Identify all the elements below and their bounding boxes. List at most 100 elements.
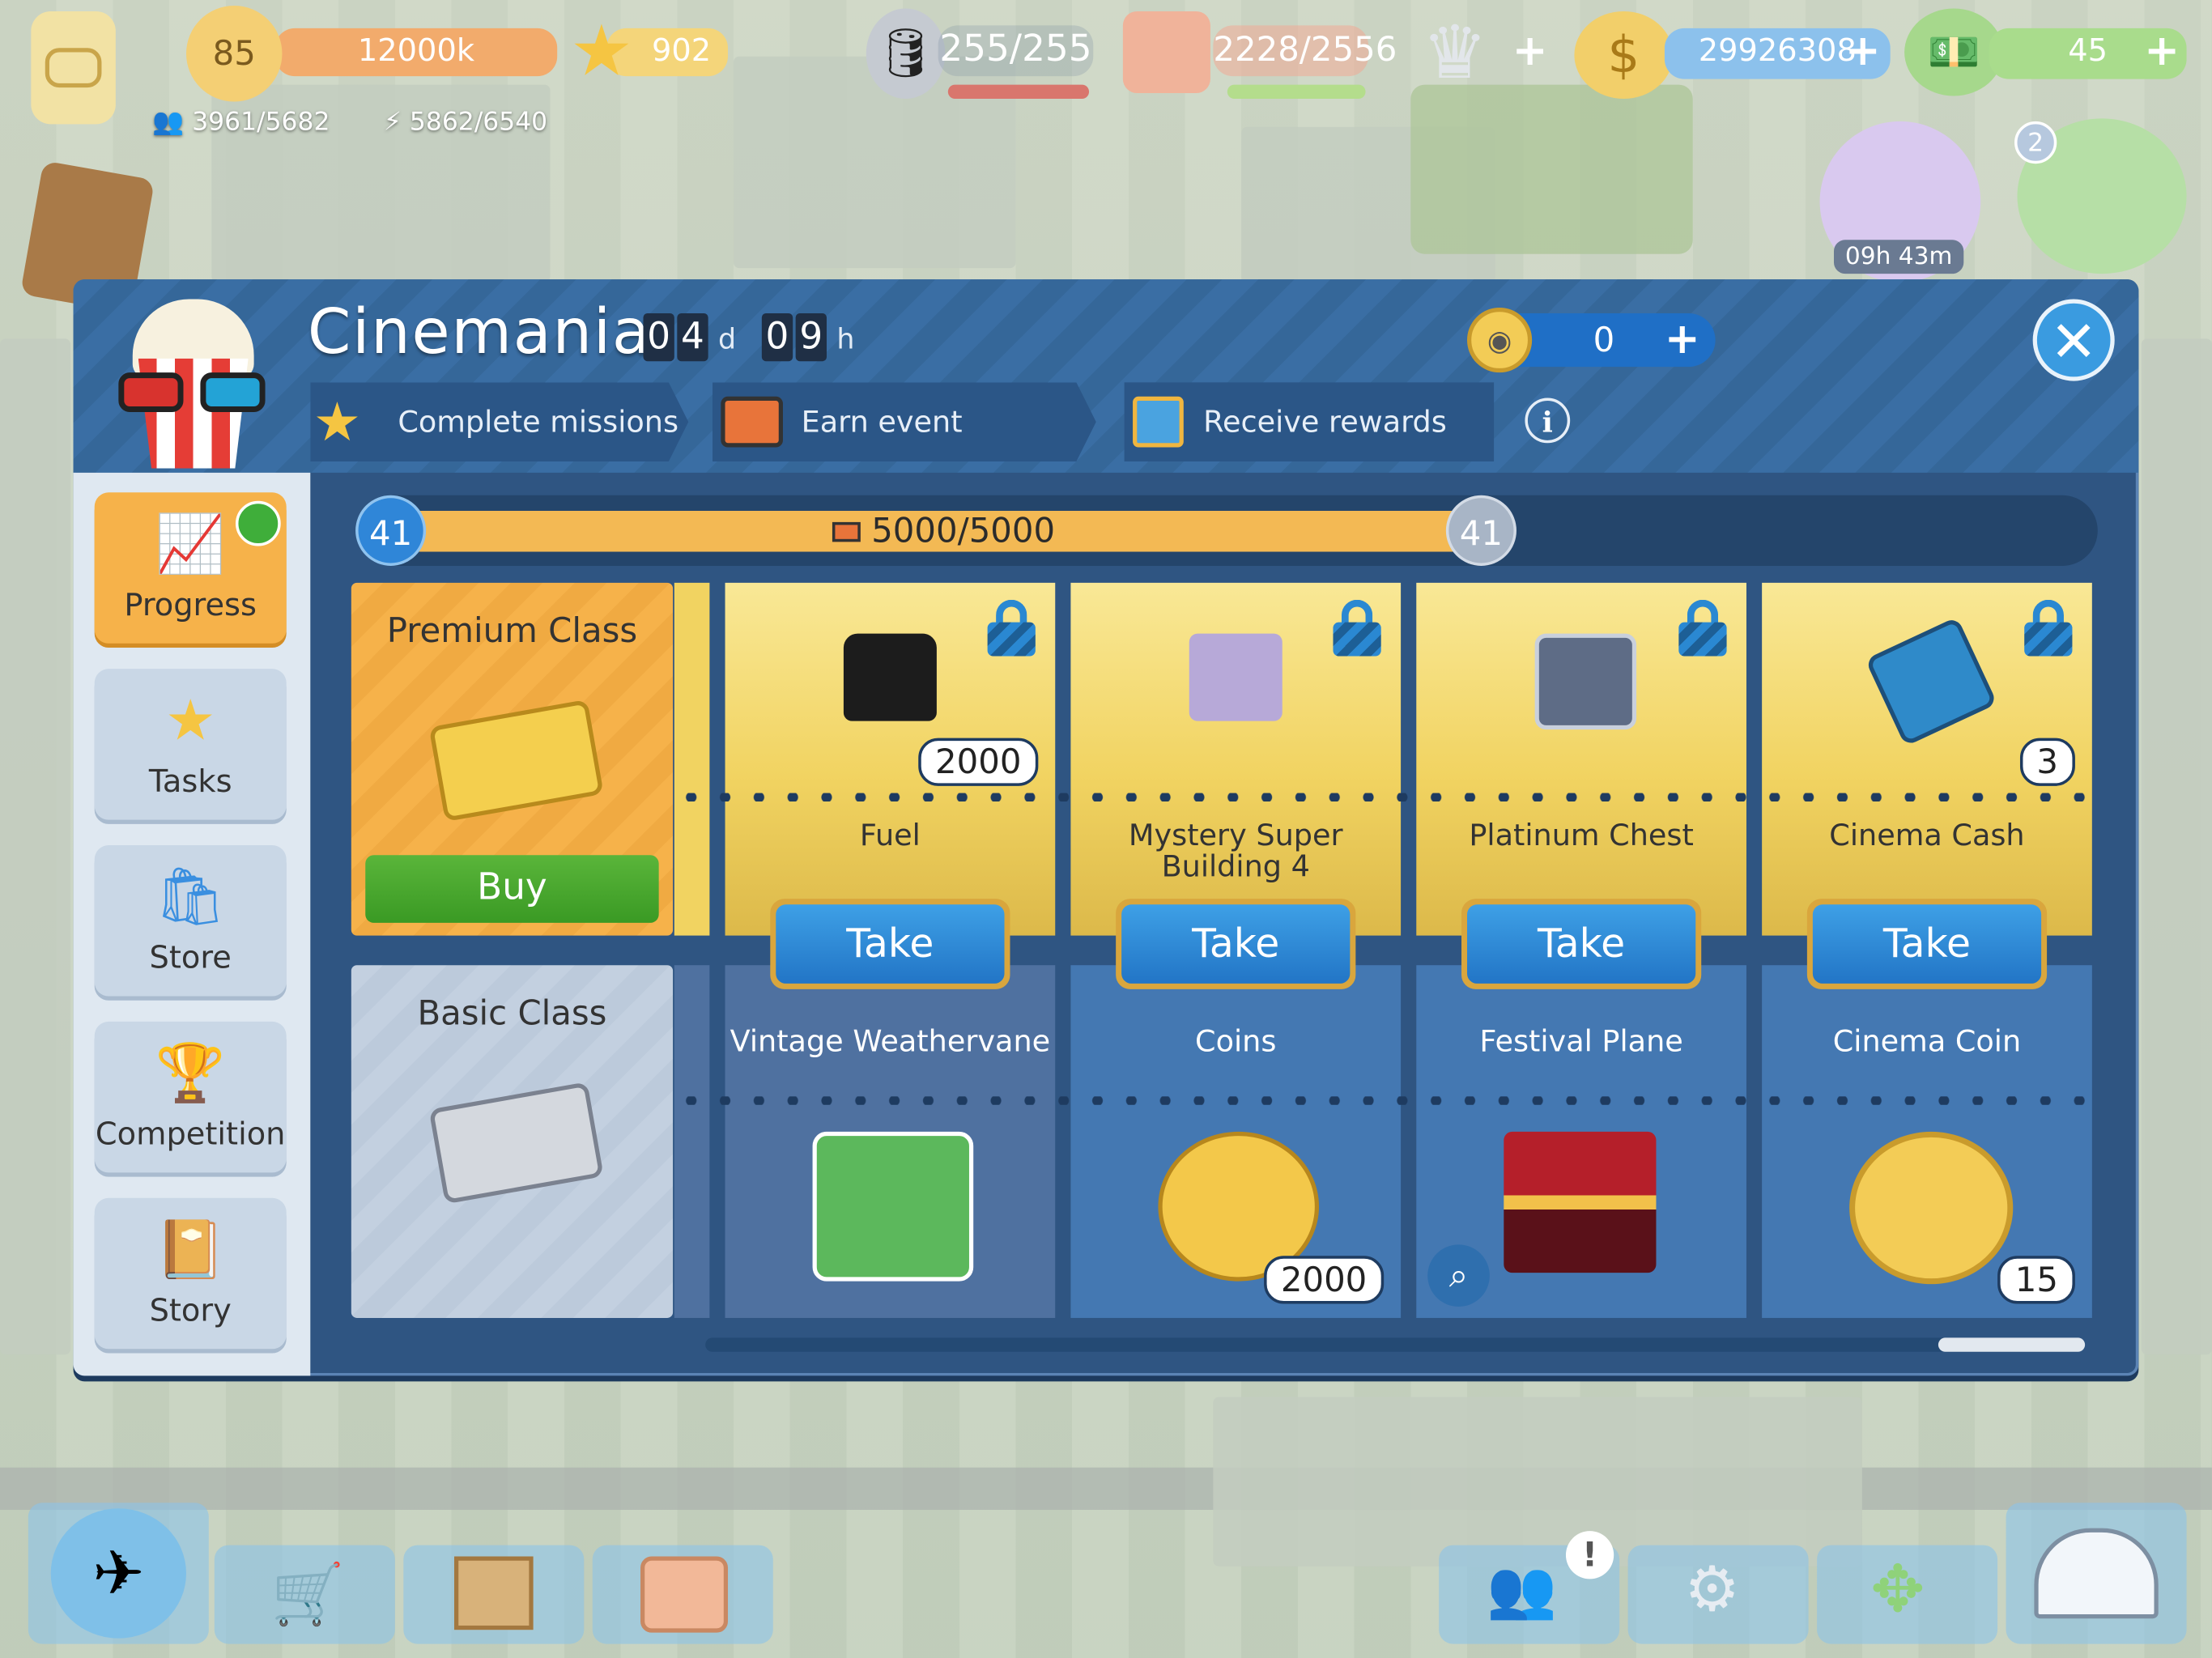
vip-plus-button[interactable]: + (1512, 30, 1548, 73)
radar-badge-count: 2 (2027, 127, 2044, 158)
premium-reward-card: 3 Cinema Cash (1762, 582, 2092, 936)
premium-reward-name: Cinema Cash (1829, 818, 2025, 852)
globe-plane-icon: ✈ (50, 1508, 186, 1639)
basic-reward-quantity: 15 (1997, 1256, 2075, 1304)
chat-icon (45, 48, 102, 88)
timer-digit: 0 (643, 312, 674, 362)
fuel-barrel-icon: 🛢 (866, 8, 946, 100)
take-button[interactable]: Take (1116, 899, 1356, 989)
cart-icon: 🛒 (270, 1559, 345, 1629)
reward-column-edge (674, 965, 710, 1318)
people-icon: 👥 (1487, 1558, 1558, 1623)
move-arrows-icon: ✥ (1870, 1550, 1925, 1627)
city-building (0, 338, 71, 1355)
step-complete-missions: ★ Complete missions (310, 382, 688, 461)
level-badge[interactable]: 85 (185, 5, 283, 102)
city-road (0, 1467, 2212, 1511)
event-timer-text: 09h 43m (1844, 242, 1953, 271)
progress-value: 5000/5000 (871, 510, 1056, 551)
premium-class-label: Premium Class (386, 610, 638, 651)
hangar-button[interactable] (2006, 1503, 2187, 1644)
sidebar-item-label: Store (149, 941, 232, 977)
lock-icon (1333, 599, 1381, 657)
next-level-bubble: 41 (1445, 495, 1516, 566)
take-button-label: Take (1812, 904, 2042, 984)
coins-value: 29926308 (1698, 33, 1857, 70)
star-icon: ★ (569, 10, 633, 92)
gear-icon: ⚙ (1684, 1554, 1741, 1626)
coins-plus-button[interactable]: + (1845, 30, 1881, 73)
premium-reward-card: 2000 Fuel (725, 582, 1056, 936)
event-timer: 09h 43m (1833, 240, 1964, 274)
population-counter: 👥 3961/5682 (152, 107, 330, 137)
gold-ticket-icon (428, 699, 604, 823)
cash-plus-button[interactable]: + (2144, 30, 2180, 73)
timer-digit: 9 (795, 312, 827, 362)
city-park (1410, 84, 1693, 254)
star-icon: ★ (164, 688, 216, 754)
silver-ticket-icon (428, 1082, 604, 1205)
premium-reward-card: Mystery Super Building 4 (1070, 582, 1402, 936)
energy-value: 5862/6540 (409, 107, 548, 138)
weathervane-icon (812, 1131, 974, 1282)
take-button[interactable]: Take (1461, 899, 1702, 989)
fuel-bar (947, 84, 1090, 100)
crown-icon: ♛ (1422, 11, 1488, 96)
premium-divider (674, 793, 2092, 802)
buy-button[interactable]: Buy (365, 855, 659, 923)
crate-icon (454, 1556, 534, 1630)
xp-bar: 12000k (274, 28, 558, 77)
settings-button[interactable]: ⚙ (1627, 1545, 1809, 1644)
radar-badge: 2 (2014, 121, 2057, 164)
sidebar-item-story[interactable]: 📔 Story (94, 1197, 287, 1350)
population-value: 3961/5682 (192, 107, 330, 138)
premium-class-card: Premium Class Buy (351, 582, 674, 936)
basic-reward-card: Festival Plane ⌕ (1416, 965, 1746, 1318)
treasure-chest-icon (640, 1556, 729, 1633)
cargo-bar (1227, 84, 1366, 100)
move-button[interactable]: ✥ (1817, 1545, 1998, 1644)
premium-reward-name: Mystery Super Building 4 (1128, 818, 1343, 884)
cinema-coin-icon (1849, 1131, 2014, 1285)
cinema-cash-icon (1865, 616, 1998, 747)
sidebar-item-tasks[interactable]: ★ Tasks (94, 669, 287, 820)
take-button[interactable]: Take (770, 899, 1010, 989)
film-ticket-icon (832, 521, 861, 542)
premium-reward-name: Fuel (859, 818, 921, 852)
timer-unit-days: d (717, 321, 737, 356)
magnifier-icon[interactable]: ⌕ (1427, 1244, 1490, 1307)
lock-icon (2024, 599, 2073, 657)
currency-plus-button[interactable]: + (1665, 318, 1700, 361)
trophy-icon: 🏆 (155, 1041, 226, 1107)
chat-button[interactable] (31, 11, 116, 125)
festival-plane-icon (1504, 1131, 1657, 1273)
world-map-button[interactable]: ✈ (28, 1503, 209, 1644)
sidebar-item-label: Competition (95, 1117, 286, 1154)
step-earn-currency: Earn event currency (713, 382, 1096, 461)
storage-button[interactable] (403, 1545, 585, 1644)
sidebar-item-label: Story (149, 1294, 232, 1329)
sidebar-item-store[interactable]: 🛍 Store (94, 845, 287, 997)
sidebar-item-progress[interactable]: 📈 Progress (94, 492, 287, 644)
horizontal-scrollbar[interactable] (705, 1337, 2086, 1352)
basic-reward-name: Cinema Coin (1832, 1024, 2022, 1059)
chest-button[interactable] (592, 1545, 773, 1644)
scrollbar-thumb[interactable] (1938, 1337, 2086, 1352)
cargo-counter: 2228/2556 (1213, 25, 1397, 77)
cargo-icon (1122, 11, 1210, 94)
fuel-value: 255/255 (939, 28, 1092, 71)
take-button[interactable]: Take (1806, 899, 2048, 989)
sidebar-item-competition[interactable]: 🏆 Competition (94, 1021, 287, 1173)
timer-unit-hours: h (836, 321, 855, 356)
shop-button[interactable]: 🛒 (214, 1545, 395, 1644)
platinum-chest-icon (1534, 633, 1637, 730)
event-countdown: 04 d 09 h (643, 312, 855, 362)
popcorn-icon (116, 291, 271, 471)
oil-barrel-icon (843, 633, 937, 721)
close-button[interactable]: ✕ (2032, 299, 2115, 381)
take-button-label: Take (1466, 904, 1696, 984)
timer-digit: 4 (677, 312, 708, 362)
friends-button[interactable]: 👥 ! (1439, 1531, 1620, 1644)
progress-text: 5000/5000 (409, 511, 1478, 552)
info-button[interactable]: i (1525, 397, 1571, 444)
